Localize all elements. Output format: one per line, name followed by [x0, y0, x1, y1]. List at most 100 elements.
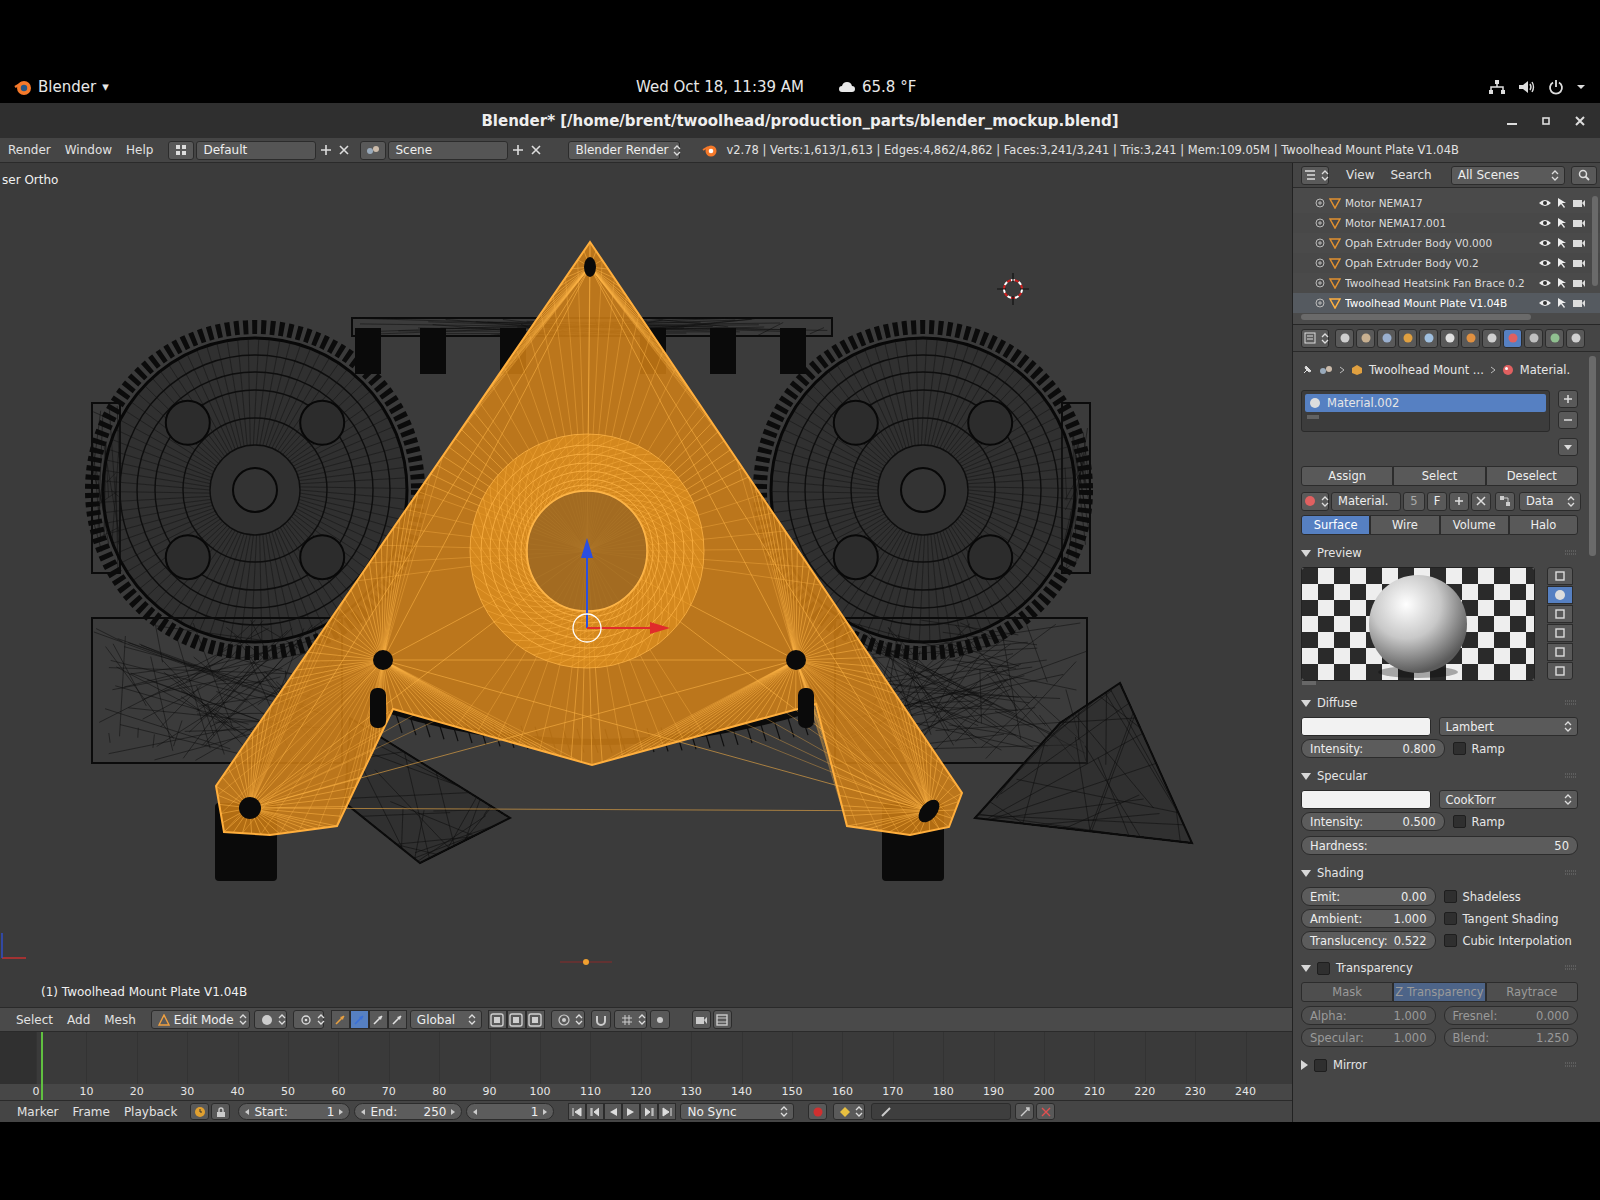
icon-part: [658, 551, 660, 559]
icon-part: [409, 713, 416, 735]
icon-part: [603, 476, 616, 481]
icon-part: [565, 631, 578, 637]
icon-part: [525, 527, 527, 537]
power-icon: [1548, 79, 1564, 95]
menu-item[interactable]: Render: [1, 143, 58, 157]
icon-part: [549, 612, 556, 616]
icon-part: [247, 660, 383, 741]
remove-icon[interactable]: [336, 142, 352, 158]
icon-part: [556, 616, 563, 619]
snap-target-toggle[interactable]: [650, 1010, 670, 1029]
icon-part: [796, 660, 858, 828]
icon-part: [953, 647, 980, 660]
icon-part: [978, 815, 1184, 825]
icon-part: [796, 660, 839, 796]
icon-part: [596, 466, 609, 472]
mount-plate-mesh[interactable]: [216, 242, 962, 835]
layout-browse-button[interactable]: [168, 141, 194, 160]
app-menu[interactable]: Blender▾: [14, 78, 636, 96]
icon-part: [813, 386, 889, 462]
icon-part: [1501, 90, 1505, 94]
icon-part: [563, 638, 578, 645]
shading-dropdown[interactable]: [254, 1010, 287, 1029]
icon-part: [378, 1016, 382, 1020]
icon-part: [774, 460, 878, 484]
icon-part: [508, 504, 513, 513]
manipulator-toggle[interactable]: [331, 1010, 350, 1029]
minimize-icon[interactable]: [1506, 115, 1518, 127]
icon-part: [587, 667, 600, 669]
scene-browse-button[interactable]: [360, 141, 386, 160]
icon-part: [1066, 699, 1096, 719]
viewport-scene[interactable]: [0, 163, 1292, 1007]
icon-part: [670, 468, 679, 478]
scene-statistics: v2.78 | Verts:1,613/1,613 | Edges:4,862/…: [726, 143, 1458, 157]
menu-item[interactable]: Help: [119, 143, 160, 157]
maximize-icon[interactable]: [1540, 115, 1552, 127]
icon-part: [296, 660, 383, 670]
icon-part: [492, 267, 590, 385]
icon-part: [532, 146, 540, 154]
icon-part: [934, 345, 969, 446]
manipulator-toggle[interactable]: [350, 1010, 369, 1029]
close-icon[interactable]: [1574, 115, 1586, 127]
transform-manipulator[interactable]: [573, 538, 670, 642]
icon-part: [1090, 713, 1134, 832]
icon-part: [487, 505, 492, 516]
icon-part: [605, 473, 614, 476]
icon-part: [951, 376, 1024, 455]
add-icon[interactable]: [510, 142, 526, 158]
manipulator-toggle[interactable]: [369, 1010, 388, 1029]
icon-part: [801, 519, 889, 581]
icon-part: [538, 643, 555, 646]
icon-part: [486, 267, 590, 394]
icon-part: [1117, 683, 1118, 685]
icon-part: [483, 497, 487, 516]
window-title: Blender* [/home/brent/twoolhead/producti…: [481, 112, 1118, 130]
orientation-dropdown[interactable]: Global: [410, 1010, 482, 1029]
3d-cursor-icon[interactable]: [997, 273, 1029, 305]
icon-part: [645, 571, 646, 581]
icon-part: [605, 469, 619, 473]
opengl-render-button[interactable]: [692, 1010, 711, 1029]
snap-toggle[interactable]: [591, 1010, 611, 1029]
icon-part: [516, 535, 517, 543]
icon-part: [666, 589, 667, 605]
scene-name-field[interactable]: Scene: [388, 141, 508, 160]
add-icon[interactable]: [318, 142, 334, 158]
icon-part: [649, 452, 660, 460]
icon-part: [643, 461, 662, 463]
3d-viewport[interactable]: ser Ortho(1) Twoolhead Mount Plate V1.04…: [0, 163, 1292, 1007]
status-icons[interactable]: [1488, 79, 1586, 95]
occlude-dropdown[interactable]: [551, 1010, 585, 1029]
solid-sphere-icon: [261, 1014, 273, 1026]
icon-part: [482, 536, 490, 551]
menu-item[interactable]: Add: [60, 1013, 97, 1027]
icon-part: [499, 541, 501, 551]
select-mode-toggle[interactable]: [526, 1010, 545, 1029]
layout-name-field[interactable]: Default: [196, 141, 316, 160]
snap-element-dropdown[interactable]: [614, 1010, 647, 1029]
icon-part: [590, 267, 627, 296]
icon-part: [616, 465, 632, 468]
manipulator-toggle[interactable]: [388, 1010, 407, 1029]
icon-part: [667, 542, 676, 554]
icon-part: [558, 656, 576, 664]
select-mode-toggle[interactable]: [488, 1010, 507, 1029]
remove-icon[interactable]: [528, 142, 544, 158]
menu-item[interactable]: Window: [58, 143, 119, 157]
menu-item[interactable]: Select: [9, 1013, 60, 1027]
mode-dropdown[interactable]: Edit Mode: [151, 1010, 250, 1029]
pivot-dropdown[interactable]: [293, 1010, 324, 1029]
icon-part: [677, 597, 683, 607]
clock[interactable]: Wed Oct 18, 11:39 AM: [636, 78, 804, 96]
select-mode-toggle[interactable]: [507, 1010, 526, 1029]
render-engine-dropdown[interactable]: Blender Render: [568, 141, 680, 160]
icon-part: [507, 542, 509, 551]
icon-part: [248, 338, 250, 445]
icon-part: [193, 623, 232, 727]
icon-part: [552, 607, 559, 611]
menu-item[interactable]: Mesh: [97, 1013, 143, 1027]
icon-part: [623, 660, 797, 757]
icon-part: [147, 680, 262, 722]
